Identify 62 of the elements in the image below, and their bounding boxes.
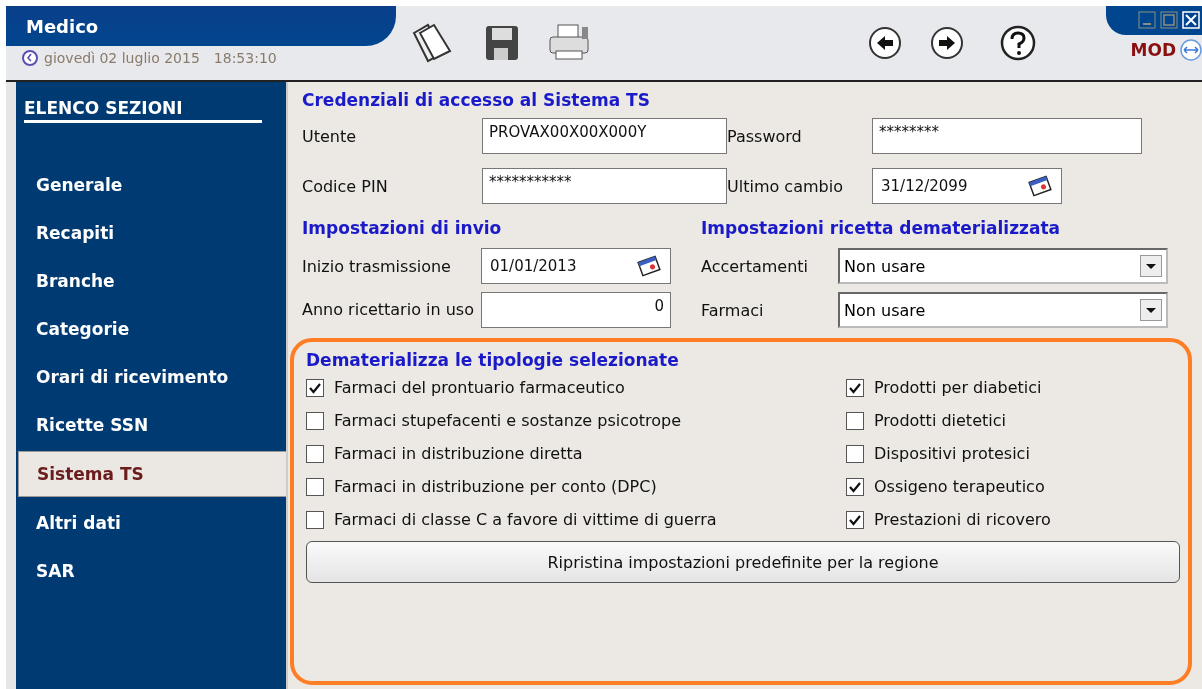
sidebar-item[interactable]: Generale	[18, 163, 286, 207]
field-label: Anno ricettario in uso	[302, 299, 475, 321]
checkbox-label: Farmaci del prontuario farmaceutico	[334, 378, 625, 397]
input-field[interactable]: ***********	[482, 168, 727, 204]
sidebar-item[interactable]: Altri dati	[18, 501, 286, 545]
checkbox[interactable]	[306, 444, 324, 463]
minimize-icon[interactable]	[1138, 11, 1156, 29]
checkbox-label: Prestazioni di ricovero	[874, 510, 1051, 529]
field-label: Farmaci	[701, 300, 765, 320]
sidebar-item[interactable]: Recapiti	[18, 211, 286, 255]
checkbox[interactable]	[306, 477, 324, 496]
checkbox[interactable]	[846, 411, 864, 430]
sidebar-item[interactable]: SAR	[18, 549, 286, 593]
sidebar-item[interactable]: Orari di ricevimento	[18, 355, 286, 399]
field-label: Ultimo cambio	[727, 176, 844, 196]
time-text: 18:53:10	[213, 50, 277, 66]
checkbox-label: Ossigeno terapeutico	[874, 477, 1045, 496]
input-field[interactable]: ********	[872, 118, 1142, 154]
help-icon[interactable]	[1000, 25, 1036, 61]
close-icon[interactable]	[1182, 11, 1200, 29]
date-text: giovedì 02 luglio 2015	[44, 50, 200, 66]
checkbox[interactable]	[306, 378, 324, 397]
resize-arrows-icon[interactable]	[1180, 39, 1202, 61]
section-heading: Dematerializza le tipologie selezionate	[306, 350, 680, 370]
field-label: Codice PIN	[302, 176, 389, 196]
section-heading: Impostazioni di invio	[302, 218, 503, 238]
printer-icon[interactable]	[548, 23, 592, 63]
reset-button[interactable]: Ripristina impostazioni predefinite per la regione	[306, 541, 1180, 583]
checkbox-label: Farmaci stupefacenti e sostanze psicotrope	[334, 411, 682, 430]
field-label: Inizio trasmissione	[302, 256, 452, 276]
checkbox[interactable]	[306, 510, 324, 529]
field-label: Accertamenti	[701, 256, 810, 276]
section-heading: Impostazioni ricetta dematerializzata	[701, 218, 1062, 238]
sidebar-item[interactable]: Branche	[18, 259, 286, 303]
checkbox[interactable]	[846, 477, 864, 496]
section-heading: Credenziali di accesso al Sistema TS	[302, 90, 651, 110]
checkbox-label: Prodotti per diabetici	[874, 378, 1042, 397]
save-icon[interactable]	[484, 24, 520, 62]
checkbox-label: Farmaci di classe C a favore di vittime di guerra	[334, 510, 717, 529]
checkbox-label: Farmaci in distribuzione diretta	[334, 444, 583, 463]
clock-icon	[22, 50, 38, 66]
date-field[interactable]: 01/01/2013	[481, 248, 671, 284]
window-title: Medico	[26, 15, 99, 37]
sidebar-heading: ELENCO SEZIONI	[24, 98, 262, 123]
checkbox-label: Farmaci in distribuzione per conto (DPC)	[334, 477, 657, 496]
checkbox-label: Prodotti dietetici	[874, 411, 1006, 430]
sidebar-item[interactable]: Sistema TS	[18, 451, 286, 497]
dropdown[interactable]: Non usare	[838, 248, 1168, 284]
sidebar-item[interactable]: Ricette SSN	[18, 403, 286, 447]
sidebar-item[interactable]: Categorie	[18, 307, 286, 351]
dropdown[interactable]: Non usare	[838, 292, 1168, 328]
checkbox[interactable]	[846, 444, 864, 463]
checkbox[interactable]	[846, 378, 864, 397]
input-field[interactable]: 0	[481, 292, 671, 328]
checkbox[interactable]	[306, 411, 324, 430]
mode-label: MOD	[1130, 40, 1176, 60]
field-label: Utente	[302, 126, 358, 146]
checkbox[interactable]	[846, 510, 864, 529]
date-field[interactable]: 31/12/2099	[872, 168, 1062, 204]
input-field[interactable]: PROVAX00X00X000Y	[482, 118, 727, 154]
field-label: Password	[727, 126, 803, 146]
checkbox-label: Dispositivi protesici	[874, 444, 1030, 463]
